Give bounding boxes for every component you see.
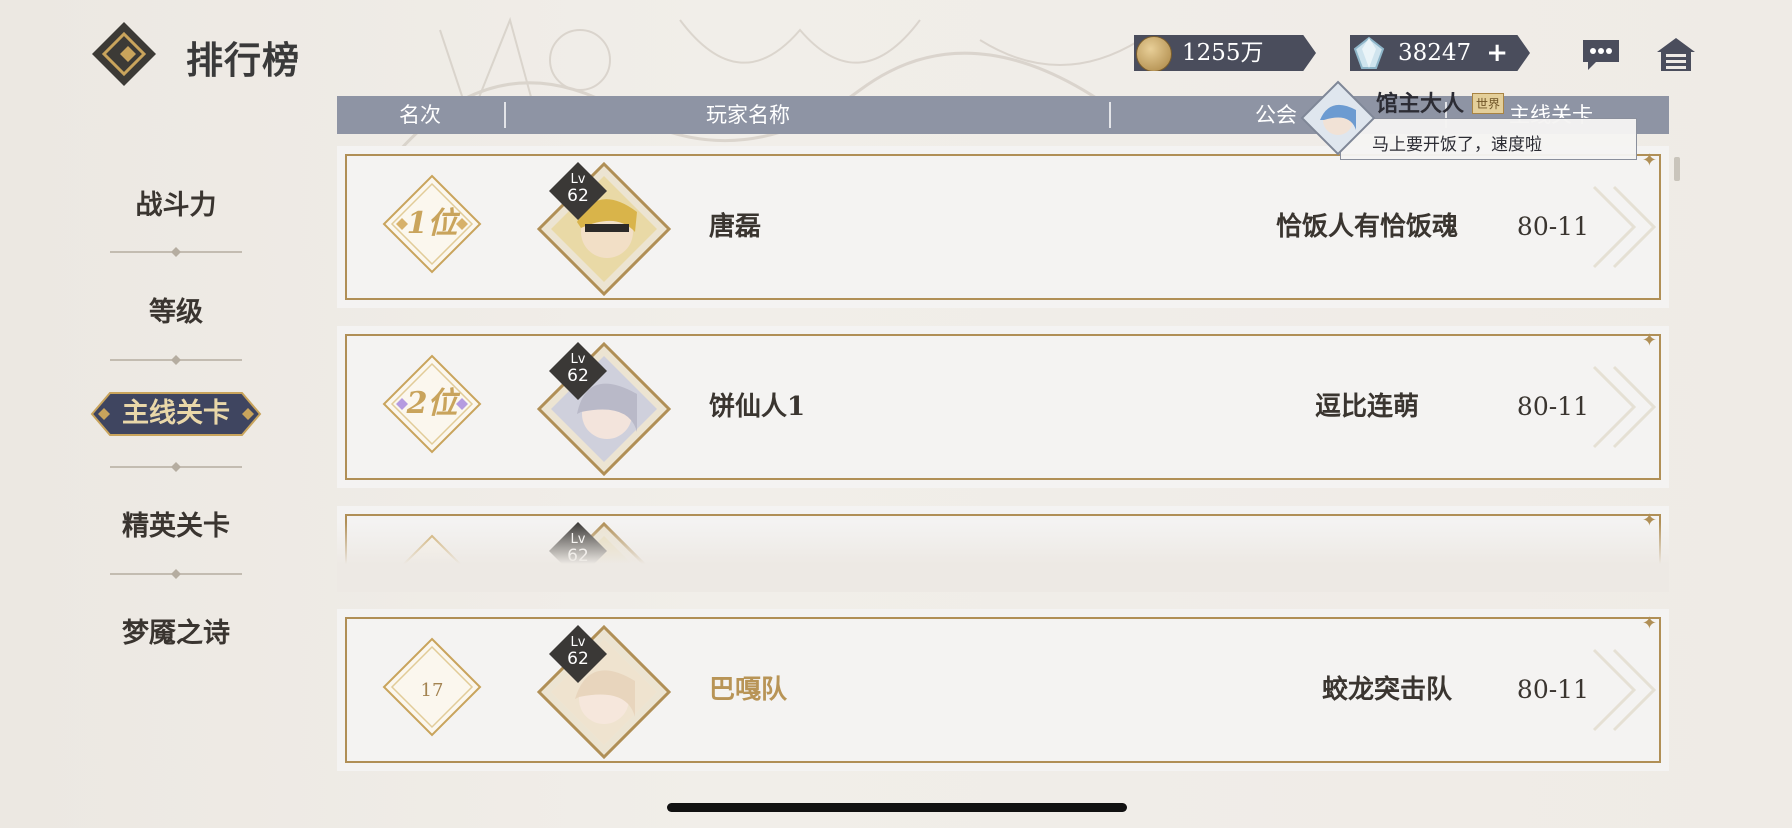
player-name: 唐磊 bbox=[709, 212, 762, 242]
stage-value: 80-11 bbox=[1516, 675, 1589, 704]
sidebar-item-elite-stage[interactable]: 精英关卡 bbox=[0, 504, 352, 543]
column-header-player: 玩家名称 bbox=[706, 103, 790, 127]
row-ornament bbox=[1592, 648, 1657, 732]
column-header-rank: 名次 bbox=[399, 103, 441, 127]
stage-value: 80-11 bbox=[1516, 392, 1589, 421]
gem-amount: 38247 bbox=[1398, 40, 1472, 66]
chat-sender-avatar bbox=[1300, 80, 1376, 156]
table-row[interactable]: ✦ 3位 Lv 62 雷尔选手 蛟龙突击队 80-11 bbox=[337, 506, 1669, 592]
sidebar: 战斗力 等级 主线关卡 精英关卡 梦魇之诗 bbox=[0, 0, 296, 828]
home-indicator[interactable] bbox=[667, 803, 1127, 812]
level-value: 62 bbox=[567, 649, 589, 669]
gold-amount: 1255万 bbox=[1182, 40, 1264, 66]
chat-channel-tag: 世界 bbox=[1472, 93, 1505, 114]
row-ornament bbox=[1592, 365, 1657, 449]
gem-currency: 38247 + bbox=[1350, 35, 1530, 71]
sparkle-icon: ✦ bbox=[1641, 613, 1657, 634]
rank-label: 1位 bbox=[406, 206, 458, 241]
level-value: 62 bbox=[567, 186, 589, 206]
rank-label: 17 bbox=[382, 637, 482, 737]
self-rank-row[interactable]: ✦ 17 Lv 62 巴嘎队 蛟龙突击队 80-11 bbox=[337, 609, 1669, 771]
sidebar-item-main-stage[interactable]: 主线关卡 bbox=[90, 391, 262, 437]
column-header-guild: 公会 bbox=[1255, 103, 1297, 127]
sidebar-divider bbox=[110, 355, 242, 365]
gold-currency: 1255万 bbox=[1134, 35, 1316, 71]
chat-sender-name: 馆主大人 bbox=[1376, 91, 1465, 117]
sidebar-item-power[interactable]: 战斗力 bbox=[0, 183, 352, 222]
scrollbar-thumb[interactable] bbox=[1674, 157, 1680, 181]
sidebar-item-nightmare[interactable]: 梦魇之诗 bbox=[0, 611, 352, 650]
level-text: Lv 62 bbox=[549, 171, 607, 205]
scroll-fade bbox=[337, 522, 1669, 592]
chat-notification[interactable]: 馆主大人 世界 马上要开饭了，速度啦 bbox=[1300, 80, 1640, 164]
level-text: Lv 62 bbox=[549, 351, 607, 385]
rank-number: 17 bbox=[420, 680, 444, 701]
header-separator bbox=[504, 102, 506, 128]
chat-message-text: 马上要开饭了，速度啦 bbox=[1372, 135, 1542, 155]
level-value: 62 bbox=[567, 366, 589, 386]
row-ornament bbox=[1592, 185, 1657, 269]
table-row[interactable]: ✦ 2位 Lv 62 饼仙人1 逗比连萌 80-11 bbox=[337, 326, 1669, 488]
chat-icon[interactable] bbox=[1580, 36, 1622, 74]
stage-value: 80-11 bbox=[1516, 212, 1589, 241]
table-row[interactable]: ✦ 1位 Lv 62 唐磊 恰饭人有恰饭魂 80-11 bbox=[337, 146, 1669, 308]
sidebar-divider bbox=[110, 462, 242, 472]
sparkle-icon: ✦ bbox=[1641, 330, 1657, 351]
add-gems-button[interactable]: + bbox=[1486, 35, 1508, 71]
sidebar-divider bbox=[110, 247, 242, 257]
sparkle-icon: ✦ bbox=[1641, 150, 1657, 171]
sidebar-divider bbox=[110, 569, 242, 579]
player-name: 巴嘎队 bbox=[709, 675, 788, 705]
player-name: 饼仙人1 bbox=[709, 392, 806, 422]
level-text: Lv 62 bbox=[549, 634, 607, 668]
gem-icon bbox=[1353, 36, 1385, 69]
rank-label: 2位 bbox=[406, 386, 458, 421]
header-separator bbox=[1109, 102, 1111, 128]
home-icon[interactable] bbox=[1655, 36, 1697, 74]
sidebar-item-level[interactable]: 等级 bbox=[0, 290, 352, 329]
coin-icon bbox=[1136, 36, 1172, 71]
